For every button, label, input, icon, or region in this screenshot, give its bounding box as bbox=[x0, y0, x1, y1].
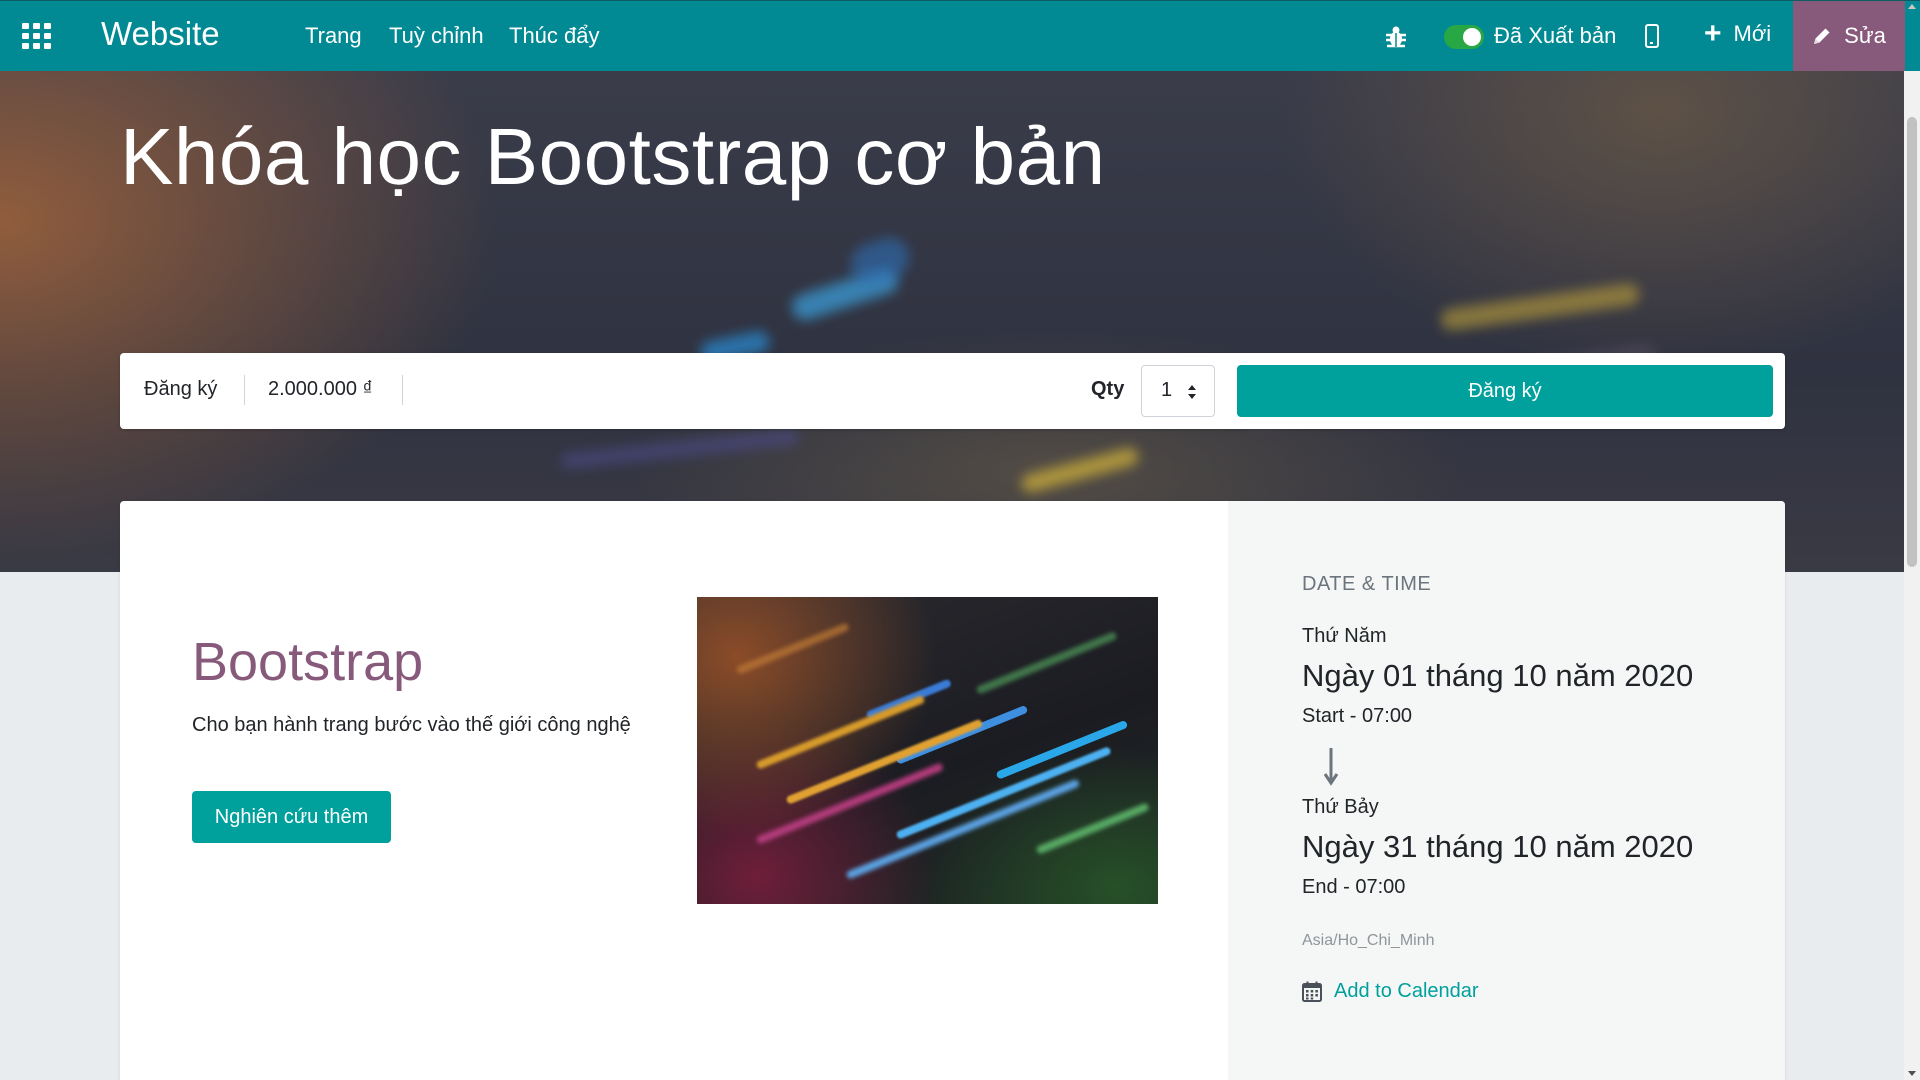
code-line bbox=[1035, 802, 1150, 855]
arrow-down-icon bbox=[1323, 748, 1339, 786]
pencil-icon bbox=[1814, 28, 1830, 44]
page-scrollbar[interactable] bbox=[1904, 71, 1920, 1080]
code-line bbox=[895, 746, 1112, 840]
website-brand[interactable]: Website bbox=[101, 15, 220, 53]
nav-item-promote[interactable]: Thúc đẩy bbox=[509, 23, 600, 49]
plus-icon: + bbox=[1704, 17, 1722, 50]
apps-grid-icon[interactable] bbox=[22, 23, 52, 49]
qty-label: Qty bbox=[1091, 378, 1125, 400]
start-day: Thứ Năm bbox=[1302, 625, 1387, 647]
quantity-value: 1 bbox=[1161, 379, 1173, 401]
date-time-heading: DATE & TIME bbox=[1302, 573, 1432, 595]
scroll-up-arrow-icon[interactable] bbox=[1908, 4, 1916, 9]
hero-bg-streak bbox=[559, 428, 801, 470]
nav-item-customize[interactable]: Tuỳ chỉnh bbox=[389, 23, 484, 49]
end-time: End - 07:00 bbox=[1302, 876, 1406, 898]
divider bbox=[402, 375, 403, 405]
end-day: Thứ Bảy bbox=[1302, 796, 1379, 818]
scroll-down-arrow-icon[interactable] bbox=[1908, 1071, 1916, 1076]
hero-bg-streak bbox=[1019, 445, 1141, 495]
nav-item-pages[interactable]: Trang bbox=[305, 23, 362, 49]
learn-more-button[interactable]: Nghiên cứu thêm bbox=[192, 791, 391, 843]
top-navbar: Website Trang Tuỳ chỉnh Thúc đẩy Đã Xuất… bbox=[0, 0, 1920, 71]
divider bbox=[244, 375, 245, 405]
code-line bbox=[735, 622, 850, 675]
published-label[interactable]: Đã Xuất bản bbox=[1494, 23, 1616, 49]
add-to-calendar-link[interactable]: Add to Calendar bbox=[1302, 980, 1479, 1003]
ticket-price: 2.000.000 ₫ bbox=[268, 378, 373, 400]
register-button[interactable]: Đăng ký bbox=[1237, 365, 1773, 417]
hero-banner: Khóa học Bootstrap cơ bản bbox=[0, 71, 1904, 572]
scrollbar-thumb[interactable] bbox=[1907, 117, 1917, 567]
start-date: Ngày 01 tháng 10 năm 2020 bbox=[1302, 658, 1694, 693]
edit-button-label: Sửa bbox=[1844, 23, 1886, 48]
mobile-preview-icon[interactable] bbox=[1645, 24, 1659, 48]
publish-toggle[interactable] bbox=[1444, 25, 1484, 49]
code-line bbox=[895, 704, 1029, 765]
select-updown-icon bbox=[1188, 385, 1196, 399]
new-button[interactable]: + Mới bbox=[1704, 17, 1772, 50]
event-content-card: Bootstrap Cho bạn hành trang bước vào th… bbox=[120, 501, 1785, 1080]
add-to-calendar-label: Add to Calendar bbox=[1334, 980, 1479, 1002]
timezone-label: Asia/Ho_Chi_Minh bbox=[1302, 932, 1435, 949]
calendar-icon bbox=[1302, 981, 1322, 1002]
code-line bbox=[975, 631, 1118, 695]
section-title: Bootstrap bbox=[192, 632, 424, 692]
section-subtitle: Cho bạn hành trang bước vào thế giới côn… bbox=[192, 714, 631, 736]
start-time: Start - 07:00 bbox=[1302, 705, 1413, 727]
edit-button[interactable]: Sửa bbox=[1793, 1, 1905, 71]
hero-bg-streak bbox=[1439, 282, 1641, 332]
quantity-select[interactable]: 1 bbox=[1141, 365, 1215, 417]
date-time-panel: DATE & TIME Thứ Năm Ngày 01 tháng 10 năm… bbox=[1228, 501, 1785, 1080]
new-button-label: Mới bbox=[1733, 21, 1772, 46]
end-date: Ngày 31 tháng 10 năm 2020 bbox=[1302, 829, 1694, 864]
debug-bug-icon[interactable] bbox=[1383, 24, 1409, 50]
toggle-knob bbox=[1463, 28, 1481, 46]
page-title: Khóa học Bootstrap cơ bản bbox=[120, 112, 1106, 201]
code-screen-image bbox=[697, 597, 1158, 904]
registration-bar: Đăng ký 2.000.000 ₫ Qty 1 Đăng ký bbox=[120, 353, 1785, 429]
ticket-label: Đăng ký bbox=[144, 378, 218, 400]
